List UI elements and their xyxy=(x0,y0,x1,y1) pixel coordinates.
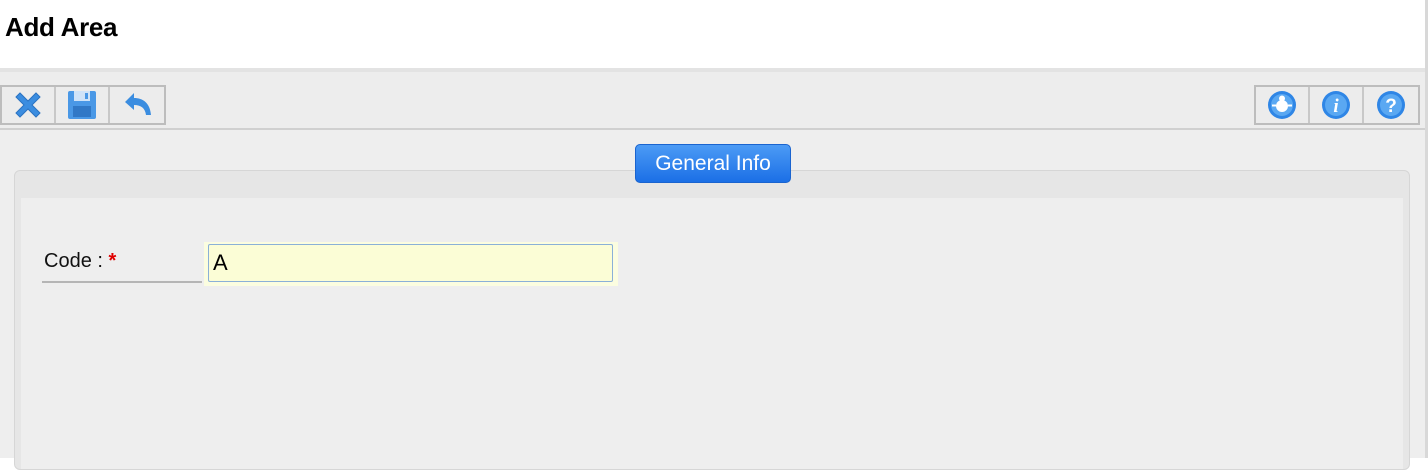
code-label: Code : * xyxy=(42,246,202,283)
tab-general-info[interactable]: General Info xyxy=(635,144,791,183)
toolbar: i ? xyxy=(0,68,1425,130)
form-panel xyxy=(14,170,1410,470)
bug-report-button[interactable] xyxy=(1256,87,1310,123)
page-title: Add Area xyxy=(5,12,118,42)
undo-icon xyxy=(125,93,151,115)
save-button[interactable] xyxy=(56,87,110,123)
close-icon xyxy=(15,92,41,118)
undo-button[interactable] xyxy=(110,87,164,123)
toolbar-left-group xyxy=(0,85,166,125)
svg-text:i: i xyxy=(1333,96,1339,117)
info-button[interactable]: i xyxy=(1310,87,1364,123)
bug-icon xyxy=(1268,91,1296,119)
close-button[interactable] xyxy=(2,87,56,123)
svg-text:?: ? xyxy=(1385,96,1397,117)
toolbar-right-group: i ? xyxy=(1254,85,1420,125)
help-button[interactable]: ? xyxy=(1364,87,1418,123)
form-panel-body xyxy=(21,198,1403,469)
required-marker: * xyxy=(108,250,117,272)
title-bar: Add Area xyxy=(0,0,1428,68)
main-content: General Info Code : * xyxy=(0,130,1425,470)
code-field-wrapper xyxy=(204,242,618,286)
code-input[interactable] xyxy=(208,244,613,282)
code-label-text: Code : xyxy=(44,250,103,272)
save-icon xyxy=(68,91,96,119)
help-icon: ? xyxy=(1377,91,1405,119)
info-icon: i xyxy=(1322,91,1350,119)
